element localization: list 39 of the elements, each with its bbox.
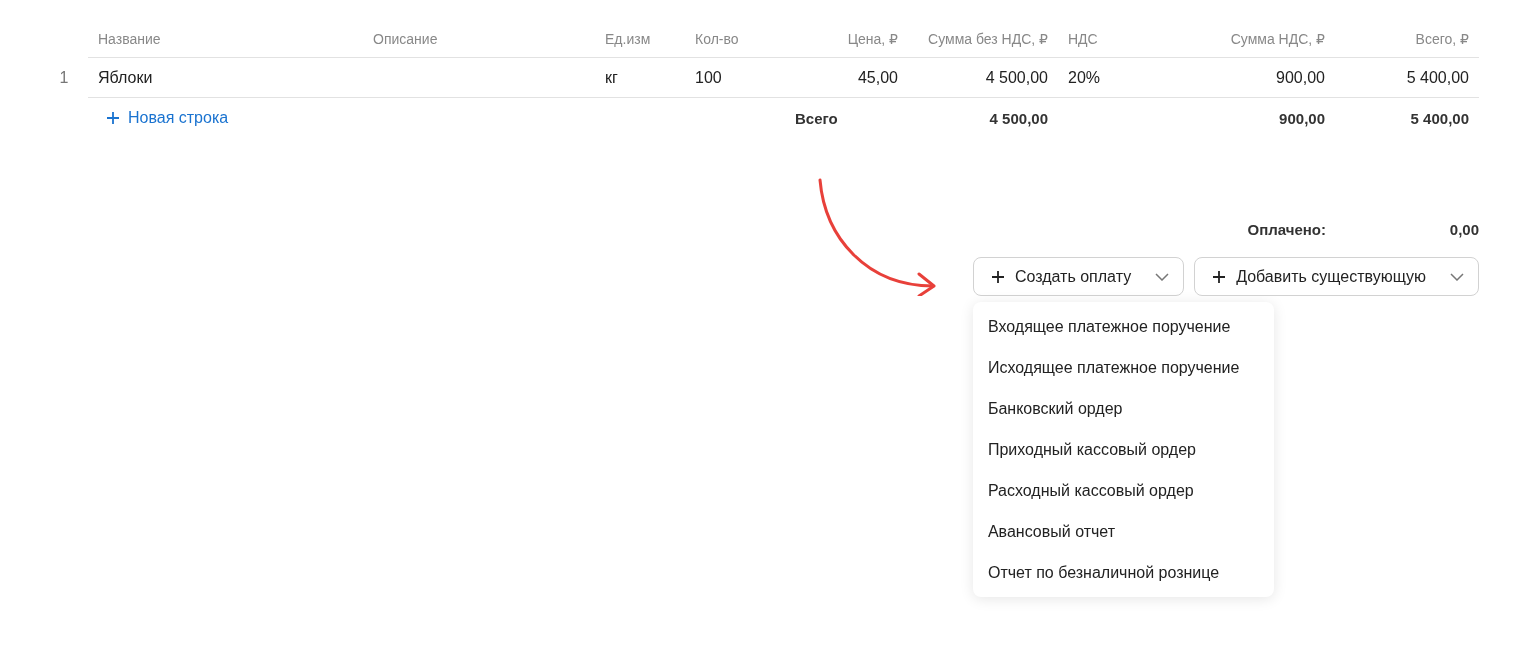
menu-item[interactable]: Исходящее платежное поручение [972,347,1274,388]
menu-item[interactable]: Входящее платежное поручение [972,306,1274,347]
column-header: Сумма без НДС, ₽ [928,30,1048,47]
column-header: Цена, ₽ [847,30,898,47]
menu-item[interactable]: Приходный кассовый ордер [972,429,1274,470]
column-header: НДС [1068,30,1098,47]
row-number: 1 [59,69,69,87]
table-cell: 20% [1068,68,1101,87]
new-row-link[interactable]: Новая строка [98,109,229,127]
column-header: Кол-во [695,30,739,47]
table-cell: 100 [695,68,722,87]
table-cell: 45,00 [857,68,898,87]
paid-label: Оплачено: [1247,220,1326,240]
table-cell: 4 500,00 [985,68,1048,87]
table-cell: 900,00 [1276,68,1325,87]
chevron-down-icon [1155,272,1170,281]
total-cell: 5 400,00 [1410,109,1469,127]
menu-item[interactable]: Банковский ордер [972,388,1274,429]
total-cell: 900,00 [1279,109,1325,127]
dropdown-button[interactable]: Добавить существующую [1194,257,1479,296]
plus-icon [106,111,120,125]
totals-label: Всего [795,109,838,127]
plus-icon [1212,269,1227,284]
paid-value: 0,00 [1448,220,1479,240]
column-header: Название [98,30,161,47]
menu-item[interactable]: Авансовый отчет [972,511,1274,552]
table-cell: 5 400,00 [1406,68,1469,87]
column-header: Описание [373,30,438,47]
column-header: Сумма НДС, ₽ [1230,30,1325,47]
dropdown-button[interactable]: Создать оплату [972,257,1185,296]
column-header: Всего, ₽ [1415,30,1469,47]
column-header: Ед.изм [605,30,651,47]
plus-icon [990,269,1005,284]
menu-item[interactable]: Расходный кассовый ордер [972,470,1274,511]
table-cell: Яблоки [98,68,153,87]
menu-item[interactable]: Отчет по безналичной рознице [972,552,1274,593]
chevron-down-icon [1450,272,1464,281]
total-cell: 4 500,00 [989,109,1048,127]
table-cell: кг [605,68,618,87]
